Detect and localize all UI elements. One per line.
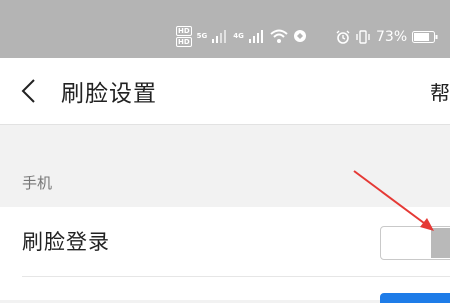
help-link[interactable]: 帮: [430, 77, 450, 106]
status-right: 73%: [336, 27, 438, 47]
network-4g-label: 4G: [233, 32, 244, 40]
alarm-icon: [336, 30, 350, 44]
back-arrow-icon[interactable]: [18, 78, 40, 104]
signal-4g-icon: [248, 30, 263, 43]
signal-5g-icon: [212, 30, 227, 43]
battery-icon: [412, 31, 438, 43]
toggle-knob: [431, 228, 450, 258]
face-login-toggle[interactable]: [380, 226, 450, 260]
face-login-label: 刷脸登录: [22, 230, 110, 254]
hd-badge: HD: [176, 36, 192, 47]
app-bar: 刷脸设置 帮: [0, 58, 450, 125]
battery-percent: 73%: [376, 29, 408, 45]
status-bar: HD HD 5G 4G 73%: [0, 0, 450, 58]
sync-icon: [293, 30, 306, 42]
page-title: 刷脸设置: [61, 81, 157, 107]
wifi-icon: [270, 29, 288, 43]
hd-badges: HD HD: [176, 25, 192, 47]
settings-row-partial: [0, 277, 450, 303]
vibrate-icon: [356, 30, 370, 44]
section-label-phone: 手机: [22, 174, 53, 192]
settings-row-face-login: 刷脸登录: [0, 207, 450, 277]
status-left: HD HD 5G 4G: [176, 22, 307, 50]
network-5g-label: 5G: [196, 32, 208, 40]
toggle-switch-on[interactable]: [380, 293, 450, 303]
hd-badge: HD: [176, 25, 192, 36]
